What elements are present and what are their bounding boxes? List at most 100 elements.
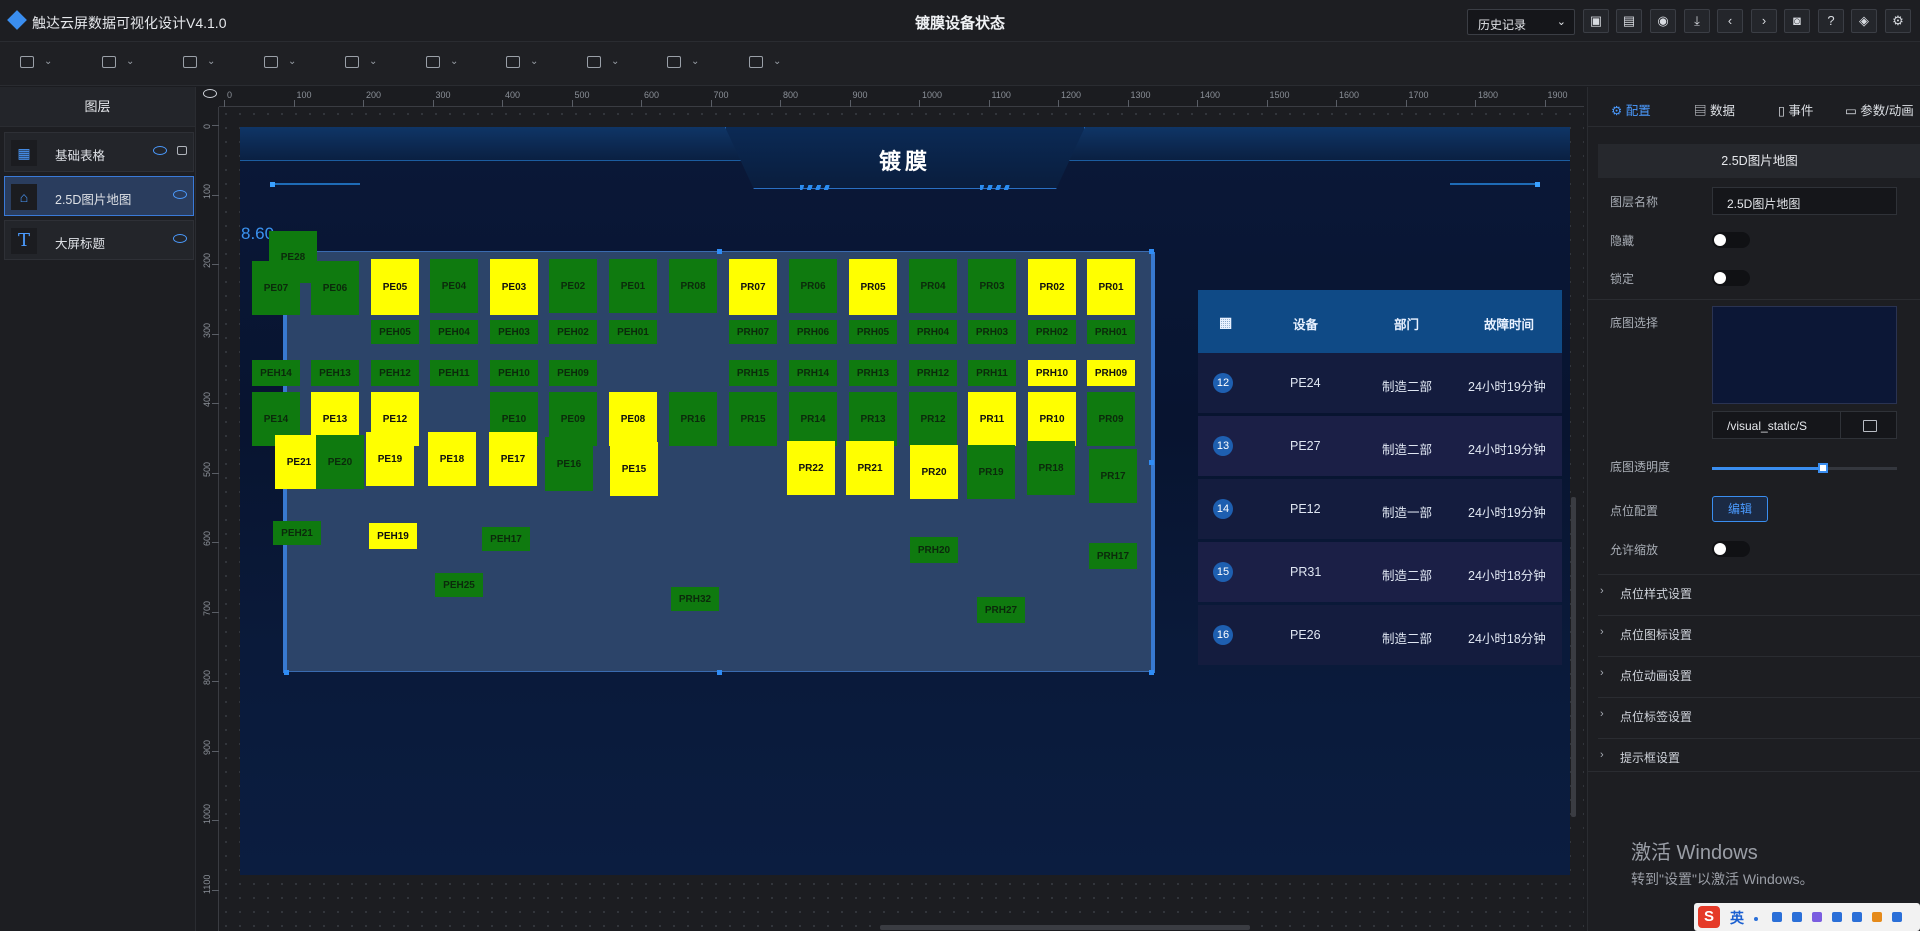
map-point-peh03[interactable]: PEH03 <box>490 320 538 344</box>
map-point-pe20[interactable]: PE20 <box>316 435 364 489</box>
tab-data[interactable]: ▤ 数据 <box>1694 100 1735 119</box>
eye-icon[interactable] <box>173 190 187 199</box>
skin-icon[interactable] <box>1812 912 1822 922</box>
interaction-tool[interactable]: ⌄ <box>667 54 699 74</box>
settings-icon[interactable]: ⚙ <box>1885 9 1911 33</box>
edit-points-button[interactable]: 编辑 <box>1712 496 1768 522</box>
hide-toggle[interactable] <box>1712 232 1750 248</box>
face-icon[interactable] <box>1872 912 1882 922</box>
map-point-pr01[interactable]: PR01 <box>1087 259 1135 315</box>
map-point-prh15[interactable]: PRH15 <box>729 360 777 386</box>
allow-zoom-toggle[interactable] <box>1712 541 1750 557</box>
map-point-pr22[interactable]: PR22 <box>787 441 835 495</box>
layer-item-basic-table[interactable]: ▦ 基础表格 <box>4 132 194 172</box>
section-point-animation[interactable]: › 点位动画设置 <box>1598 656 1920 689</box>
media-tool[interactable]: ⌄ <box>264 54 296 74</box>
map-point-pe08[interactable]: PE08 <box>609 392 657 446</box>
map-point-pe17[interactable]: PE17 <box>489 432 537 486</box>
map-point-prh12[interactable]: PRH12 <box>909 360 957 386</box>
bg-opacity-slider[interactable] <box>1712 463 1897 473</box>
map-point-pr14[interactable]: PR14 <box>789 392 837 446</box>
map-point-peh19[interactable]: PEH19 <box>369 523 417 549</box>
map-point-pr04[interactable]: PR04 <box>909 259 957 313</box>
layer-name-input[interactable]: 2.5D图片地图 <box>1712 187 1897 215</box>
eye-icon[interactable] <box>173 234 187 243</box>
resize-handle[interactable] <box>717 670 722 675</box>
resize-handle[interactable] <box>717 249 722 254</box>
resize-handle[interactable] <box>284 670 289 675</box>
map-point-pr11[interactable]: PR11 <box>968 392 1016 446</box>
save-icon[interactable]: ▣ <box>1583 9 1609 33</box>
map-point-pe05[interactable]: PE05 <box>371 259 419 315</box>
map-point-peh21[interactable]: PEH21 <box>273 521 321 545</box>
map-point-pr03[interactable]: PR03 <box>968 259 1016 313</box>
resize-handle[interactable] <box>1149 670 1154 675</box>
map-point-prh04[interactable]: PRH04 <box>909 320 957 344</box>
map-point-pr18[interactable]: PR18 <box>1027 441 1075 495</box>
map-point-pr17[interactable]: PR17 <box>1089 449 1137 503</box>
eye-icon[interactable] <box>153 146 167 155</box>
chat-icon[interactable] <box>1832 912 1842 922</box>
map-point-pe28[interactable]: PE28 <box>269 231 317 283</box>
control-tool[interactable]: ⌄ <box>587 54 619 74</box>
toggle-visibility-icon[interactable] <box>203 89 217 98</box>
history-dropdown[interactable]: 历史记录 ⌄ <box>1467 9 1575 35</box>
map-point-prh11[interactable]: PRH11 <box>968 360 1016 386</box>
section-point-label[interactable]: › 点位标签设置 <box>1598 697 1920 730</box>
punctuation-icon[interactable] <box>1754 917 1758 921</box>
lock-toggle[interactable] <box>1712 270 1750 286</box>
slider-handle[interactable] <box>1818 463 1828 473</box>
map-point-pe15[interactable]: PE15 <box>610 442 658 496</box>
map-point-prh05[interactable]: PRH05 <box>849 320 897 344</box>
tab-events[interactable]: ▯ 事件 <box>1778 100 1813 119</box>
text-tool[interactable]: ⌄ <box>183 54 215 74</box>
sogou-icon[interactable]: S <box>1698 906 1720 928</box>
section-point-icon[interactable]: › 点位图标设置 <box>1598 615 1920 648</box>
map-point-peh09[interactable]: PEH09 <box>549 360 597 386</box>
decor-tool[interactable]: ⌄ <box>506 54 538 74</box>
map-point-prh20[interactable]: PRH20 <box>910 537 958 563</box>
bg-image-preview[interactable] <box>1712 306 1897 404</box>
tab-config[interactable]: ⚙ 配置 <box>1611 100 1651 119</box>
bg-path-input[interactable]: /visual_static/S <box>1712 411 1897 439</box>
map-point-prh17[interactable]: PRH17 <box>1089 543 1137 569</box>
map-point-peh12[interactable]: PEH12 <box>371 360 419 386</box>
map-point-peh01[interactable]: PEH01 <box>609 320 657 344</box>
map-point-prh09[interactable]: PRH09 <box>1087 360 1135 386</box>
map-point-prh02[interactable]: PRH02 <box>1028 320 1076 344</box>
map-point-peh13[interactable]: PEH13 <box>311 360 359 386</box>
map-point-pr09[interactable]: PR09 <box>1087 392 1135 446</box>
map-point-pe01[interactable]: PE01 <box>609 259 657 313</box>
map-point-pr12[interactable]: PR12 <box>909 392 957 446</box>
map-point-prh06[interactable]: PRH06 <box>789 320 837 344</box>
microphone-icon[interactable] <box>1772 912 1782 922</box>
lock-icon[interactable] <box>177 146 187 155</box>
map-point-prh13[interactable]: PRH13 <box>849 360 897 386</box>
map-point-peh25[interactable]: PEH25 <box>435 573 483 597</box>
map-point-pr10[interactable]: PR10 <box>1028 392 1076 446</box>
map-point-peh11[interactable]: PEH11 <box>430 360 478 386</box>
map-point-pe16[interactable]: PE16 <box>545 437 593 491</box>
canvas-scrollbar-horizontal[interactable] <box>880 925 1250 930</box>
map-point-prh10[interactable]: PRH10 <box>1028 360 1076 386</box>
map-point-pr07[interactable]: PR07 <box>729 259 777 315</box>
ime-mode[interactable]: 英 <box>1730 908 1744 928</box>
ime-settings-icon[interactable] <box>1892 912 1902 922</box>
line-chart-tool[interactable]: ⌄ <box>345 54 377 74</box>
map-point-pr21[interactable]: PR21 <box>846 441 894 495</box>
map-point-peh10[interactable]: PEH10 <box>490 360 538 386</box>
image-upload-icon[interactable] <box>1840 412 1896 438</box>
redo-icon[interactable]: › <box>1751 9 1777 33</box>
section-tooltip[interactable]: › 提示框设置 <box>1598 738 1920 771</box>
map-point-pe04[interactable]: PE04 <box>430 259 478 313</box>
map-point-pr08[interactable]: PR08 <box>669 259 717 313</box>
undo-icon[interactable]: ‹ <box>1717 9 1743 33</box>
map-point-pe06[interactable]: PE06 <box>311 261 359 315</box>
map-point-prh01[interactable]: PRH01 <box>1087 320 1135 344</box>
layer-item-screen-title[interactable]: T 大屏标题 <box>4 220 194 260</box>
map-point-prh14[interactable]: PRH14 <box>789 360 837 386</box>
apps-icon[interactable] <box>1852 912 1862 922</box>
download-icon[interactable]: ⤓ <box>1684 9 1710 33</box>
map-point-peh04[interactable]: PEH04 <box>430 320 478 344</box>
map-point-prh07[interactable]: PRH07 <box>729 320 777 344</box>
